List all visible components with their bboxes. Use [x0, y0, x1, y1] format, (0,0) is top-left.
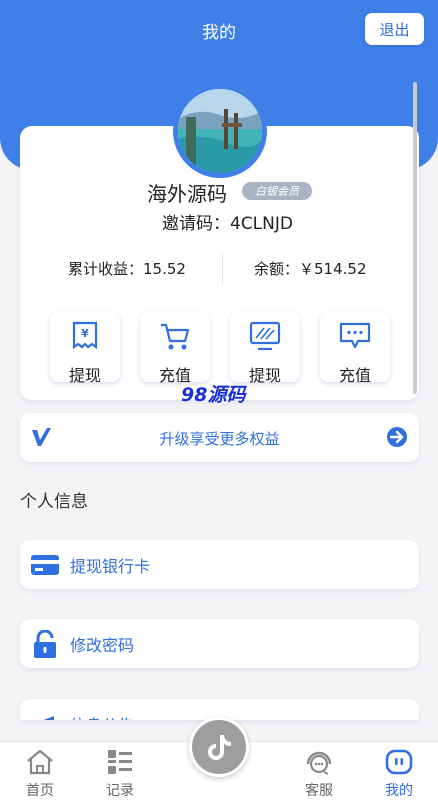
center-tiktok-button[interactable] [189, 717, 249, 777]
svg-text:¥: ¥ [81, 327, 89, 340]
tab-records[interactable]: 记录 [90, 742, 150, 801]
megaphone-icon [43, 716, 54, 720]
action-label: 提现 [68, 366, 101, 385]
action-withdraw-button[interactable]: ¥ 提现 [50, 312, 120, 385]
arrow-right-icon [387, 427, 407, 447]
avatar[interactable] [173, 84, 267, 178]
tab-mine[interactable]: 我的 [369, 742, 429, 801]
menu-item-label: 信息公告 [70, 712, 134, 720]
vip-badge: 白银会员 [242, 182, 312, 200]
action-recharge-button[interactable]: 充值 [140, 312, 210, 385]
upgrade-label: 升级享受更多权益 [159, 430, 280, 448]
bank-card-icon [31, 555, 59, 575]
tab-label: 客服 [305, 783, 333, 799]
profile-icon [385, 749, 413, 775]
monitor-icon [249, 321, 281, 351]
menu-item-label: 提现银行卡 [70, 557, 151, 576]
tab-label: 首页 [26, 783, 54, 799]
upgrade-banner[interactable]: 升级享受更多权益 [20, 413, 419, 462]
action-label: 充值 [338, 366, 371, 385]
total-earnings: 累计收益：15.52 [68, 260, 186, 278]
personal-info-title: 个人信息 [20, 492, 88, 512]
menu-item-label: 修改密码 [70, 636, 135, 655]
scrollbar[interactable] [413, 82, 417, 394]
action-withdraw-2-button[interactable]: 提现 [230, 312, 300, 385]
tab-home[interactable]: 首页 [10, 742, 70, 801]
tab-label: 记录 [106, 783, 134, 799]
invite-code: 邀请码：4CLNJD [162, 214, 293, 234]
cart-icon [161, 323, 190, 350]
message-icon [339, 322, 371, 349]
list-icon [108, 750, 132, 774]
username: 海外源码 [147, 182, 227, 206]
menu-item-change-password[interactable]: 修改密码 [20, 619, 419, 668]
withdraw-receipt-icon: ¥ [72, 321, 98, 350]
tab-label: 我的 [385, 783, 413, 799]
menu-item-bank-card[interactable]: 提现银行卡 [20, 540, 419, 589]
tiktok-icon [208, 735, 231, 760]
home-icon [27, 749, 53, 775]
action-recharge-2-button[interactable]: 充值 [320, 312, 390, 385]
tab-customer-service[interactable]: 客服 [289, 742, 349, 801]
avatar-photo [178, 89, 262, 173]
balance: 余额：￥514.52 [254, 260, 367, 278]
logout-button[interactable]: 退出 [365, 13, 424, 45]
unlock-icon [34, 630, 56, 658]
service-icon [306, 751, 332, 775]
stats-divider [222, 253, 223, 285]
watermark: 98源码 [181, 384, 246, 406]
